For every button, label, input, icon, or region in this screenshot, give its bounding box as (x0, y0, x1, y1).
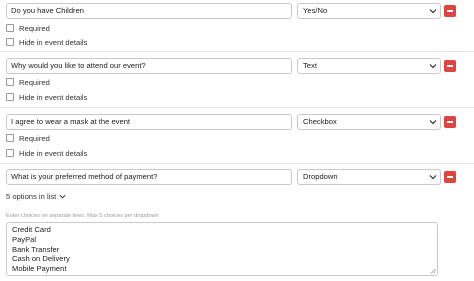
choice-line: Credit Card (12, 225, 51, 234)
question-type-value: Checkbox (303, 117, 337, 126)
options-count-label: 5 options in list (6, 192, 57, 201)
hide-in-details-checkbox[interactable] (6, 38, 14, 46)
delete-question-button[interactable] (444, 116, 456, 128)
required-label: Required (19, 23, 50, 33)
choice-line: Cash on Delivery (12, 254, 70, 264)
delete-question-button[interactable] (444, 60, 456, 72)
question-row: Do you have Children Yes/No Required Hid… (0, 0, 474, 51)
options-count-toggle[interactable]: 5 options in list (6, 192, 66, 201)
question-type-select[interactable]: Checkbox (297, 114, 441, 130)
required-checkbox-row[interactable]: Required (6, 77, 50, 87)
chevron-down-icon (429, 9, 437, 14)
hide-checkbox-row[interactable]: Hide in event details (6, 37, 87, 47)
hide-in-details-label: Hide in event details (19, 92, 88, 102)
required-checkbox[interactable] (6, 78, 14, 86)
resize-grip-icon[interactable] (430, 268, 436, 274)
question-type-value: Dropdown (303, 172, 338, 181)
question-row: What is your preferred method of payment… (0, 164, 474, 281)
question-row: I agree to wear a mask at the event Chec… (0, 108, 474, 163)
required-checkbox-row[interactable]: Required (6, 133, 50, 143)
hide-in-details-label: Hide in event details (19, 148, 88, 158)
choice-line: Mobile Payment (12, 264, 67, 274)
delete-question-button[interactable] (444, 5, 456, 17)
question-label-input[interactable]: Why would you like to attend our event? (6, 58, 292, 74)
question-row: Why would you like to attend our event? … (0, 52, 474, 107)
choice-line: Bank Transfer (12, 244, 60, 254)
required-checkbox[interactable] (6, 134, 14, 142)
hide-in-details-checkbox[interactable] (6, 93, 14, 101)
chevron-down-icon (429, 175, 437, 180)
required-checkbox[interactable] (6, 24, 14, 32)
required-checkbox-row[interactable]: Required (6, 23, 50, 33)
question-type-select[interactable]: Yes/No (297, 3, 441, 19)
choices-textarea[interactable]: Credit Card PayPal Bank Transfer Cash on… (6, 222, 438, 276)
question-type-value: Yes/No (303, 6, 328, 15)
chevron-down-icon (429, 64, 437, 69)
chevron-down-icon (429, 120, 437, 125)
chevron-down-icon (59, 194, 66, 199)
question-type-select[interactable]: Text (297, 58, 441, 74)
question-label-input[interactable]: I agree to wear a mask at the event (6, 114, 292, 130)
question-label-input[interactable]: What is your preferred method of payment… (6, 169, 292, 185)
question-type-select[interactable]: Dropdown (297, 169, 441, 185)
required-label: Required (19, 77, 50, 87)
hide-in-details-checkbox[interactable] (6, 149, 14, 157)
question-label-input[interactable]: Do you have Children (6, 3, 292, 19)
hide-in-details-label: Hide in event details (19, 37, 88, 47)
choices-hint: Enter choices on separate lines. Max 5 c… (6, 213, 159, 219)
question-type-value: Text (303, 61, 317, 70)
delete-question-button[interactable] (444, 171, 456, 183)
hide-checkbox-row[interactable]: Hide in event details (6, 148, 87, 158)
choice-line: PayPal (12, 234, 37, 244)
required-label: Required (19, 133, 50, 143)
hide-checkbox-row[interactable]: Hide in event details (6, 92, 87, 102)
